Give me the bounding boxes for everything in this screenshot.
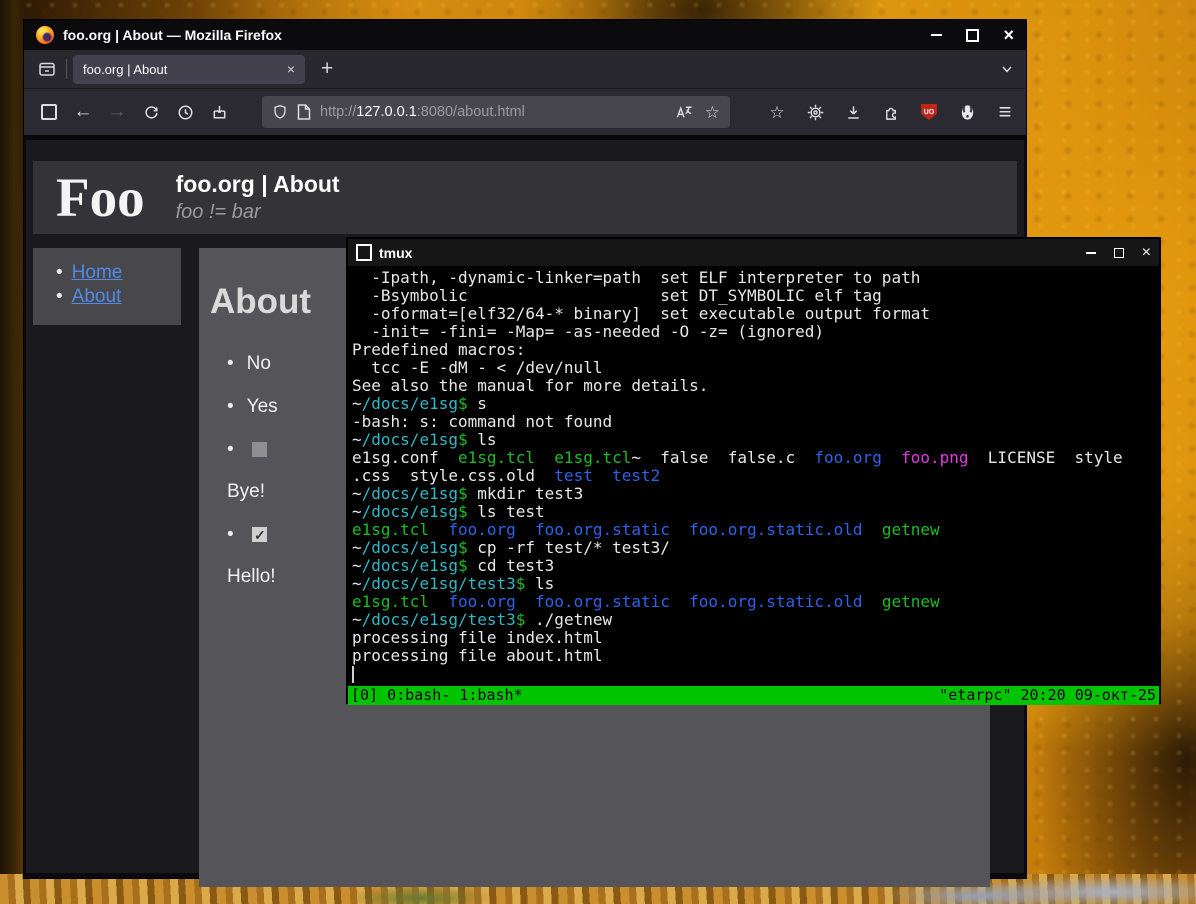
terminal-line: ~/docs/e1sg$ cd test3 [352, 557, 1159, 575]
terminal-window: tmux × -Ipath, -dynamic-linker=path set … [348, 239, 1159, 702]
tracking-shield-icon[interactable] [272, 104, 288, 120]
tmux-status-bar: [0] 0:bash- 1:bash* "etarpc" 20:20 09-ок… [348, 686, 1159, 705]
url-bar[interactable]: http://127.0.0.1:8080/about.html ☆ [262, 96, 730, 128]
tab-bar: foo.org | About × + [24, 50, 1026, 89]
nav-list-item: About [56, 285, 181, 309]
firefox-logo-icon [36, 26, 54, 44]
terminal-line: ~/docs/e1sg$ ls test [352, 503, 1159, 521]
bookmark-star-icon[interactable]: ☆ [705, 104, 720, 121]
terminal-line: ~/docs/e1sg$ ls [352, 431, 1159, 449]
menu-hamburger-icon[interactable]: ≡ [988, 96, 1022, 128]
nav-link-home[interactable]: Home [72, 262, 123, 283]
minimize-button[interactable] [931, 34, 942, 36]
terminal-line: See also the manual for more details. [352, 377, 1159, 395]
checkbox-unchecked[interactable] [252, 442, 267, 457]
terminal-maximize-button[interactable] [1114, 248, 1124, 258]
tmux-status-right: "etarpc" 20:20 09-окт-25 [939, 686, 1156, 705]
terminal-line: processing file index.html [352, 629, 1159, 647]
tab-separator [66, 59, 67, 79]
page-header-title: foo.org | About [176, 171, 340, 199]
translate-icon[interactable] [675, 104, 693, 120]
forward-button[interactable]: → [100, 96, 134, 128]
url-scheme: http:// [320, 104, 356, 120]
terminal-line: -oformat=[elf32/64-* binary] set executa… [352, 305, 1159, 323]
tab-active[interactable]: foo.org | About × [73, 55, 305, 84]
tmux-app-icon [356, 244, 372, 261]
tab-title: foo.org | About [83, 62, 167, 77]
terminal-line: processing file about.html [352, 647, 1159, 665]
import-icon[interactable] [202, 96, 236, 128]
close-button[interactable]: × [1003, 26, 1014, 44]
terminal-cursor [352, 666, 354, 683]
square-icon[interactable] [32, 96, 66, 128]
site-logo: Foo [56, 170, 145, 225]
navigation-toolbar: ← → [24, 89, 1026, 140]
terminal-line: ~/docs/e1sg$ cp -rf test/* test3/ [352, 539, 1159, 557]
terminal-line: -init= -fini= -Map= -as-needed -O -z= (i… [352, 323, 1159, 341]
terminal-title: tmux [379, 245, 412, 261]
terminal-line: ~/docs/e1sg/test3$ ls [352, 575, 1159, 593]
firefox-view-icon[interactable] [32, 55, 62, 83]
terminal-line: e1sg.tcl foo.org foo.org.static foo.org.… [352, 593, 1159, 611]
terminal-line: tcc -E -dM - < /dev/null [352, 359, 1159, 377]
url-path: :8080/about.html [417, 104, 525, 120]
extensions-area: ☆ UO [760, 96, 1022, 128]
terminal-line: e1sg.conf e1sg.tcl e1sg.tcl~ false false… [352, 449, 1159, 467]
terminal-close-button[interactable]: × [1142, 245, 1151, 261]
browser-titlebar[interactable]: foo.org | About — Mozilla Firefox × [24, 20, 1026, 50]
all-tabs-chevron-icon[interactable] [1000, 62, 1014, 76]
extensions-puzzle-icon[interactable] [874, 96, 908, 128]
nav-link-about[interactable]: About [72, 286, 122, 307]
terminal-line: ~/docs/e1sg$ s [352, 395, 1159, 413]
reload-button[interactable] [134, 96, 168, 128]
terminal-body[interactable]: -Ipath, -dynamic-linker=path set ELF int… [348, 266, 1159, 686]
new-tab-button[interactable]: + [321, 57, 333, 81]
downloads-icon[interactable] [836, 96, 870, 128]
terminal-line: Predefined macros: [352, 341, 1159, 359]
tab-close-icon[interactable]: × [287, 61, 295, 77]
terminal-line: -Ipath, -dynamic-linker=path set ELF int… [352, 269, 1159, 287]
terminal-titlebar[interactable]: tmux × [348, 239, 1159, 266]
terminal-line: -bash: s: command not found [352, 413, 1159, 431]
history-clock-icon[interactable] [168, 96, 202, 128]
page-header-subtitle: foo != bar [176, 201, 340, 224]
window-title: foo.org | About — Mozilla Firefox [63, 27, 282, 43]
wallpaper-tree-trunk [0, 0, 26, 904]
nav-list-item: Home [56, 261, 181, 285]
terminal-line: ~/docs/e1sg$ mkdir test3 [352, 485, 1159, 503]
page-header: Foo foo.org | About foo != bar [33, 161, 1017, 234]
terminal-line: .css style.css.old test test2 [352, 467, 1159, 485]
url-host: 127.0.0.1 [356, 104, 416, 120]
back-button[interactable]: ← [66, 96, 100, 128]
terminal-minimize-button[interactable] [1086, 252, 1096, 254]
ublock-label: UO [924, 109, 935, 116]
checkbox-checked[interactable] [252, 527, 267, 542]
tmux-status-left[interactable]: [0] 0:bash- 1:bash* [351, 686, 523, 705]
privacy-badger-icon[interactable] [950, 96, 984, 128]
page-nav-box: Home About [33, 248, 181, 325]
terminal-line: ~/docs/e1sg/test3$ ./getnew [352, 611, 1159, 629]
gear-icon[interactable] [798, 96, 832, 128]
ublock-origin-icon[interactable]: UO [912, 96, 946, 128]
terminal-line: e1sg.tcl foo.org foo.org.static foo.org.… [352, 521, 1159, 539]
page-info-icon[interactable] [297, 104, 311, 120]
desktop: foo.org | About — Mozilla Firefox × foo.… [0, 0, 1196, 904]
terminal-line: -Bsymbolic set DT_SYMBOLIC elf tag [352, 287, 1159, 305]
star-addon-icon[interactable]: ☆ [760, 96, 794, 128]
url-text[interactable]: http://127.0.0.1:8080/about.html [320, 104, 666, 120]
maximize-button[interactable] [966, 29, 979, 42]
